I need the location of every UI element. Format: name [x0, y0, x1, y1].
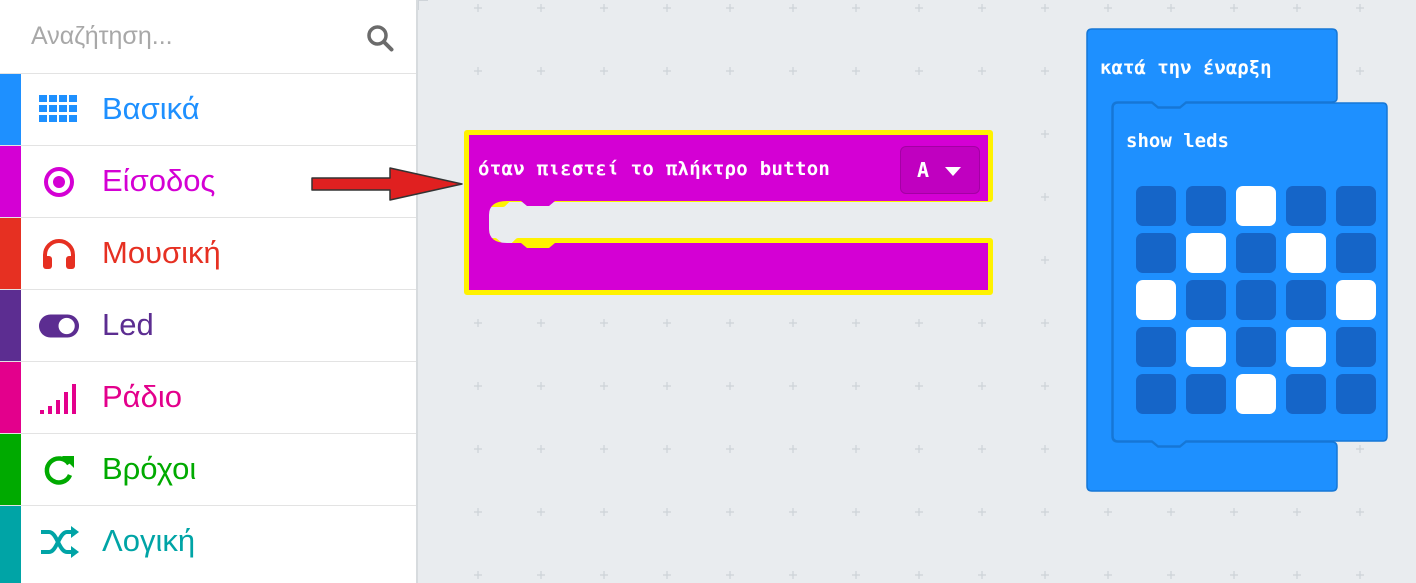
led-cell[interactable] — [1236, 374, 1276, 414]
category-color-bar — [0, 362, 21, 433]
category-label: Λογική — [102, 523, 196, 558]
led-cell[interactable] — [1286, 374, 1326, 414]
category-label: Βασικά — [102, 91, 200, 126]
led-cell[interactable] — [1136, 233, 1176, 273]
category-music[interactable]: Μουσική — [0, 218, 416, 290]
toolbox: Αναζήτηση... Βασικά Είσοδος Μουσική Led … — [0, 0, 418, 583]
led-cell[interactable] — [1136, 327, 1176, 367]
led-cell[interactable] — [1236, 280, 1276, 320]
target-icon — [38, 164, 80, 200]
led-cell[interactable] — [1136, 374, 1176, 414]
led-cell[interactable] — [1236, 327, 1276, 367]
category-color-bar — [0, 74, 21, 145]
search-placeholder[interactable]: Αναζήτηση... — [31, 22, 173, 51]
led-cell[interactable] — [1236, 186, 1276, 226]
led-cell[interactable] — [1186, 374, 1226, 414]
event-block-title: όταν πιεστεί το πλήκτρο button — [478, 158, 831, 180]
led-cell[interactable] — [1336, 374, 1376, 414]
dropdown-value: A — [917, 158, 930, 182]
button-dropdown[interactable]: A — [900, 146, 980, 194]
category-color-bar — [0, 290, 21, 361]
search-box[interactable]: Αναζήτηση... — [0, 0, 416, 74]
led-cell[interactable] — [1336, 233, 1376, 273]
led-cell[interactable] — [1186, 233, 1226, 273]
headphones-icon — [38, 236, 80, 272]
category-radio[interactable]: Ράδιο — [0, 362, 416, 434]
category-color-bar — [0, 146, 21, 217]
led-cell[interactable] — [1286, 186, 1326, 226]
category-led[interactable]: Led — [0, 290, 416, 362]
signal-bars-icon — [38, 380, 80, 416]
category-label: Βρόχοι — [102, 451, 197, 486]
show-leds-title: show leds — [1126, 130, 1229, 152]
caret-down-icon — [945, 167, 961, 176]
on-start-title: κατά την έναρξη — [1100, 57, 1272, 79]
led-cell[interactable] — [1136, 186, 1176, 226]
category-label: Είσοδος — [102, 163, 216, 198]
category-label: Led — [102, 307, 154, 342]
led-cell[interactable] — [1336, 186, 1376, 226]
led-cell[interactable] — [1286, 233, 1326, 273]
shuffle-icon — [38, 524, 80, 560]
led-cell[interactable] — [1336, 280, 1376, 320]
category-color-bar — [0, 218, 21, 289]
led-cell[interactable] — [1186, 327, 1226, 367]
category-label: Μουσική — [102, 235, 221, 270]
category-label: Ράδιο — [102, 379, 182, 414]
category-color-bar — [0, 434, 21, 505]
annotation-arrow-icon — [311, 167, 463, 201]
led-cell[interactable] — [1136, 280, 1176, 320]
loop-icon — [38, 452, 80, 488]
category-logic[interactable]: Λογική — [0, 506, 416, 583]
led-cell[interactable] — [1186, 186, 1226, 226]
category-basic[interactable]: Βασικά — [0, 74, 416, 146]
grid-icon — [38, 92, 80, 128]
led-cell[interactable] — [1236, 233, 1276, 273]
category-loops[interactable]: Βρόχοι — [0, 434, 416, 506]
led-cell[interactable] — [1286, 327, 1326, 367]
led-cell[interactable] — [1286, 280, 1326, 320]
toggle-icon — [38, 308, 80, 344]
category-color-bar — [0, 506, 21, 583]
led-cell[interactable] — [1186, 280, 1226, 320]
led-cell[interactable] — [1336, 327, 1376, 367]
search-icon[interactable] — [366, 24, 394, 52]
